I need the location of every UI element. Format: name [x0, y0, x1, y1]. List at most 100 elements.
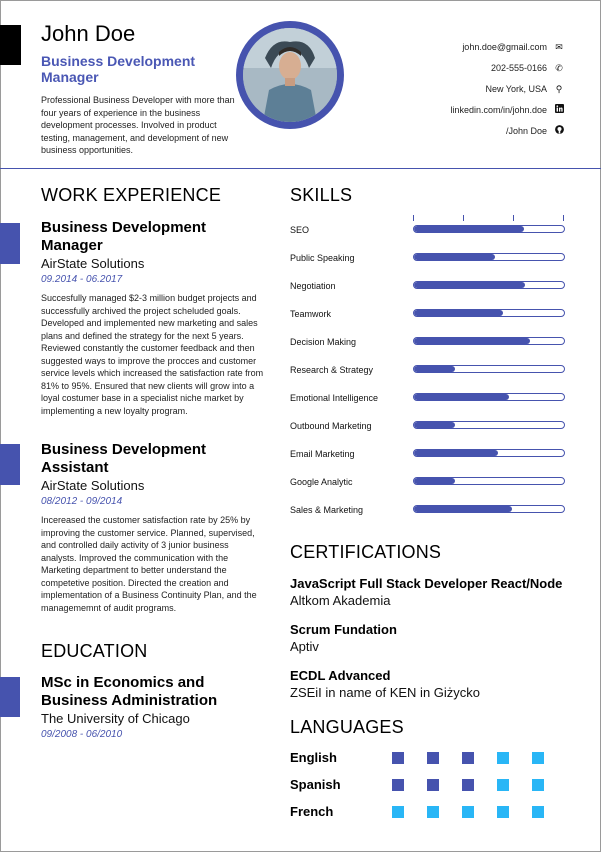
language-dot-filled	[462, 752, 474, 764]
skill-name: Emotional Intelligence	[290, 393, 379, 403]
education-item-marker	[0, 677, 20, 717]
skill-level-fill	[414, 254, 495, 260]
github-icon	[553, 125, 565, 137]
candidate-title: Business Development Manager	[41, 53, 196, 85]
work-item-marker	[0, 444, 20, 485]
language-dot-empty	[462, 806, 474, 818]
language-dot-filled	[392, 779, 404, 791]
skill-name: Public Speaking	[290, 253, 355, 263]
skill-level-fill	[414, 478, 455, 484]
contact-location-text: New York, USA	[485, 84, 547, 94]
language-dot-filled	[392, 752, 404, 764]
skill-name: Sales & Marketing	[290, 505, 364, 515]
education-dates: 09/2008 - 06/2010	[41, 729, 123, 740]
job-title: Business Development Manager	[41, 219, 207, 254]
language-dot-empty	[532, 806, 544, 818]
skill-level-bar	[413, 449, 565, 457]
candidate-name: John Doe	[41, 21, 136, 46]
skill-level-bar	[413, 505, 565, 513]
certification-org: Aptiv	[290, 639, 319, 654]
skill-name: SEO	[290, 225, 310, 235]
skill-level-fill	[414, 450, 498, 456]
certification-title: JavaScript Full Stack Developer React/No…	[290, 576, 563, 591]
contact-linkedin-text: linkedin.com/in/john.doe	[450, 105, 547, 115]
skill-level-bar	[413, 225, 565, 233]
phone-icon: ✆	[555, 63, 563, 73]
job-company: AirState Solutions	[41, 478, 145, 493]
language-dot-empty	[497, 752, 509, 764]
skill-level-fill	[414, 226, 524, 232]
skill-level-fill	[414, 422, 455, 428]
header-accent-bar	[0, 25, 21, 65]
contact-phone-text: 202-555-0166	[490, 63, 547, 73]
skill-level-fill	[414, 338, 530, 344]
language-dot-empty	[532, 752, 544, 764]
skills-scale-tick	[513, 215, 514, 221]
candidate-summary: Professional Business Developer with mor…	[41, 95, 235, 155]
language-name: Spanish	[290, 777, 341, 792]
skill-name: Teamwork	[290, 309, 332, 319]
skill-name: Research & Strategy	[290, 365, 374, 375]
skill-level-fill	[414, 394, 509, 400]
certification-org: Altkom Akademia	[290, 593, 391, 608]
language-name: French	[290, 804, 334, 819]
map-pin-icon: ⚲	[555, 84, 563, 94]
profile-photo-image	[243, 28, 337, 122]
job-description: Succesfully managed $2-3 million budget …	[41, 293, 264, 416]
skill-name: Google Analytic	[290, 477, 353, 487]
job-title: Business Development Assistant	[41, 441, 207, 476]
header-divider	[0, 168, 601, 169]
work-experience-heading: WORK EXPERIENCE	[41, 185, 222, 205]
skill-level-fill	[414, 506, 512, 512]
language-dot-filled	[427, 779, 439, 791]
language-name: English	[290, 750, 337, 765]
skills-scale-tick	[563, 215, 564, 221]
contact-phone[interactable]: 202-555-0166 ✆	[345, 62, 565, 74]
skills-scale-tick	[413, 215, 414, 221]
skill-level-bar	[413, 253, 565, 261]
skill-name: Outbound Marketing	[290, 421, 372, 431]
profile-photo	[243, 28, 337, 122]
language-dot-filled	[427, 752, 439, 764]
skills-scale-tick	[463, 215, 464, 221]
certifications-heading: CERTIFICATIONS	[290, 542, 442, 562]
job-description: Incereased the customer satisfaction rat…	[41, 515, 257, 613]
language-dot-empty	[532, 779, 544, 791]
job-company: AirState Solutions	[41, 256, 145, 271]
language-dot-empty	[497, 779, 509, 791]
skill-level-bar	[413, 337, 565, 345]
language-dot-filled	[462, 779, 474, 791]
skills-heading: SKILLS	[290, 185, 353, 205]
skill-name: Email Marketing	[290, 449, 355, 459]
contact-email-text: john.doe@gmail.com	[462, 42, 547, 52]
skill-level-fill	[414, 282, 525, 288]
job-dates: 09.2014 - 06.2017	[41, 274, 123, 285]
contact-github-text: /John Doe	[505, 126, 547, 136]
skill-level-bar	[413, 477, 565, 485]
skill-level-fill	[414, 366, 455, 372]
contact-linkedin[interactable]: linkedin.com/in/john.doe	[345, 104, 565, 116]
envelope-icon: ✉	[555, 42, 563, 52]
certification-org: ZSEiI in name of KEN in Giżycko	[290, 685, 481, 700]
education-school: The University of Chicago	[41, 711, 190, 726]
work-item-marker	[0, 223, 20, 264]
skill-name: Negotiation	[290, 281, 336, 291]
certification-title: Scrum Fundation	[290, 622, 397, 637]
skill-level-bar	[413, 365, 565, 373]
education-degree: MSc in Economics and Business Administra…	[41, 674, 218, 709]
contact-github[interactable]: /John Doe	[345, 125, 565, 137]
skill-level-bar	[413, 393, 565, 401]
job-dates: 08/2012 - 09/2014	[41, 496, 123, 507]
skill-level-fill	[414, 310, 503, 316]
skill-level-bar	[413, 281, 565, 289]
contact-email[interactable]: john.doe@gmail.com ✉	[345, 41, 565, 53]
skill-name: Decision Making	[290, 337, 357, 347]
languages-heading: LANGUAGES	[290, 717, 404, 737]
language-dot-empty	[392, 806, 404, 818]
certification-title: ECDL Advanced	[290, 668, 391, 683]
linkedin-icon	[553, 104, 565, 116]
contact-location: New York, USA ⚲	[345, 83, 565, 95]
skill-level-bar	[413, 421, 565, 429]
language-dot-empty	[427, 806, 439, 818]
language-dot-empty	[497, 806, 509, 818]
